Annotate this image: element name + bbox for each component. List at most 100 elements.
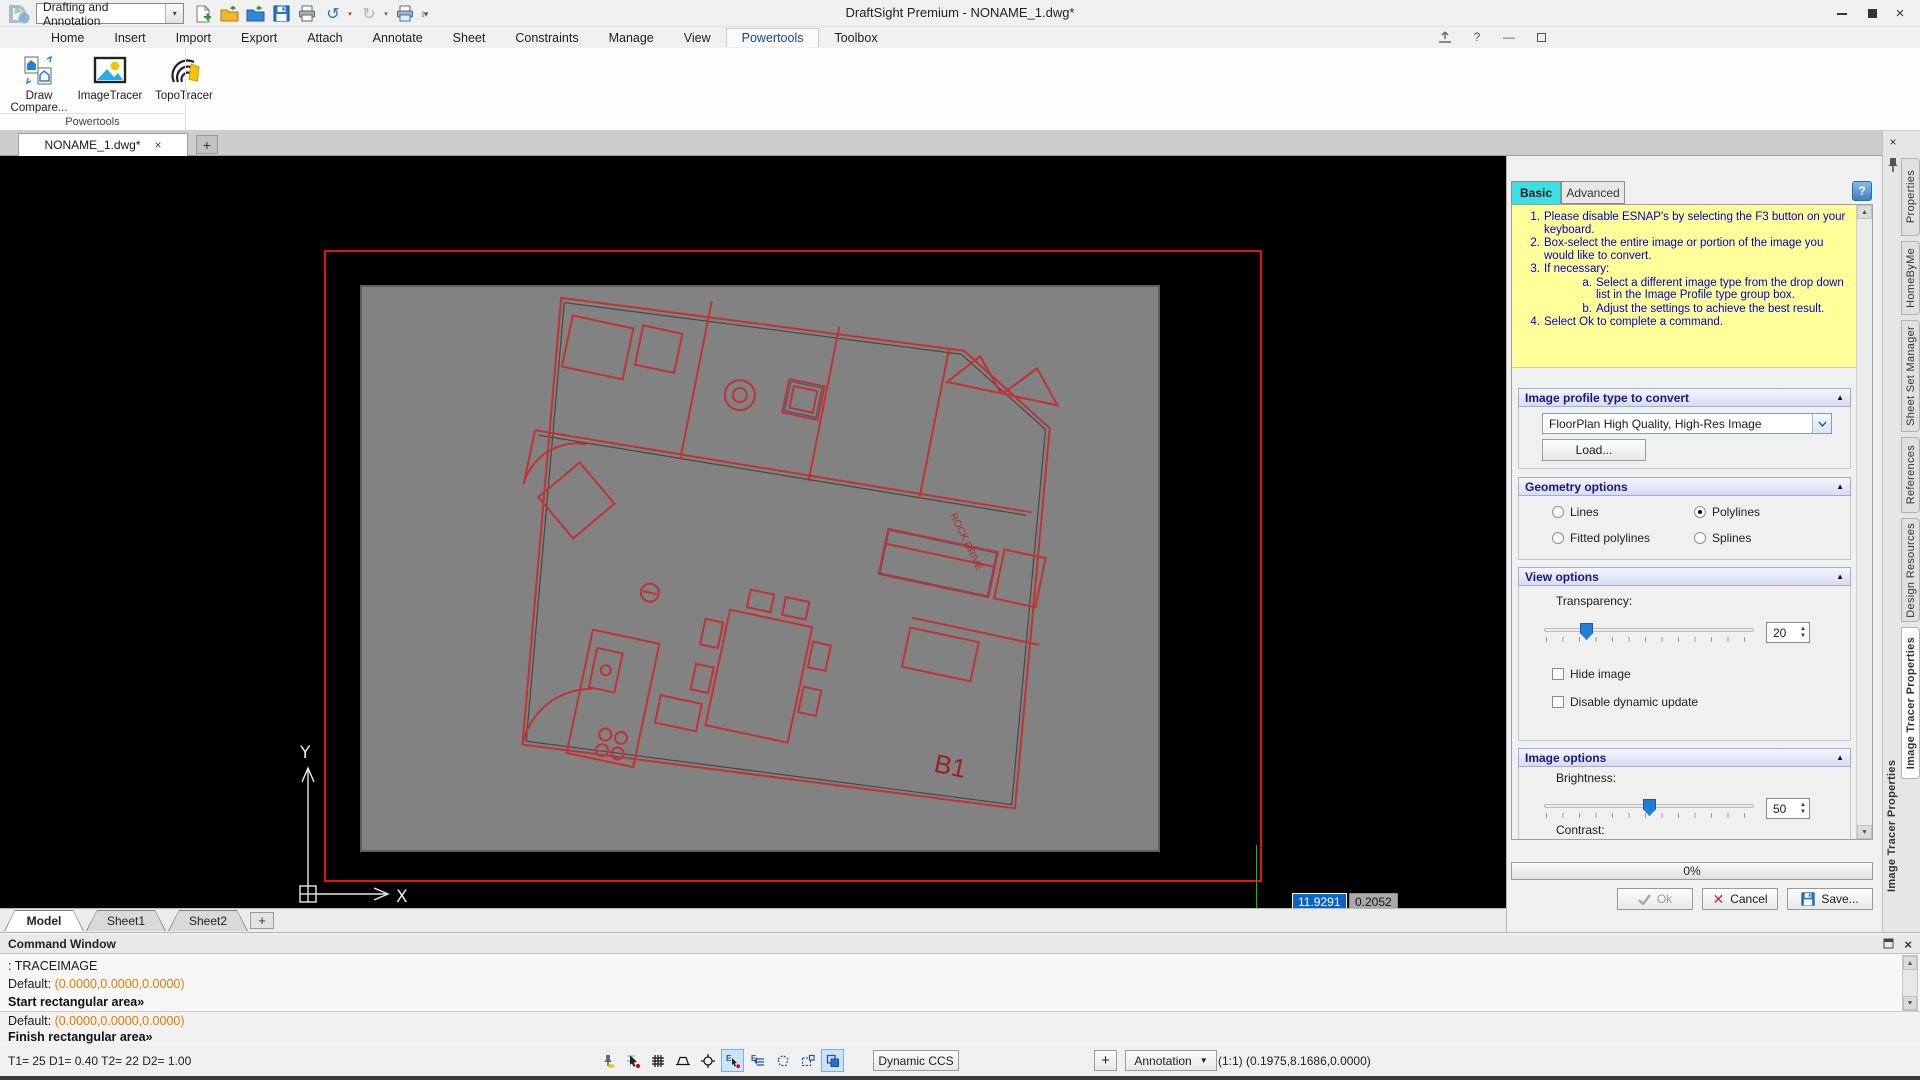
collapse-icon[interactable]: ▲ [1836,482,1844,491]
toggle-ortho-button[interactable] [671,1049,694,1072]
scroll-down-icon[interactable]: ▼ [1903,996,1917,1010]
add-status-item-button[interactable]: + [1094,1050,1117,1071]
scroll-up-icon[interactable]: ▲ [1903,956,1917,970]
scroll-up-icon[interactable]: ▲ [1857,205,1872,219]
palette-tab-image-tracer-properties[interactable]: Image Tracer Properties [1901,627,1920,779]
toggle-dynamic-input-button[interactable] [796,1049,819,1072]
cancel-button[interactable]: ✕ Cancel [1702,888,1778,910]
collapse-icon[interactable]: ▲ [1836,393,1844,402]
sheet-tab-sheet1[interactable]: Sheet1 [86,910,166,931]
minimize-button[interactable] [1828,4,1856,23]
redo-history-chevron-icon[interactable]: ▾ [381,3,391,24]
section-image-options-header[interactable]: Image options▲ [1518,748,1851,767]
tab-toolbox[interactable]: Toolbox [819,29,892,47]
new-file-button[interactable] [192,3,214,24]
disable-dynamic-update-checkbox[interactable]: Disable dynamic update [1552,695,1698,709]
tab-insert[interactable]: Insert [99,29,160,47]
radio-fitted-polylines[interactable]: Fitted polylines [1552,531,1650,545]
undo-button[interactable]: ↺ [322,3,344,24]
toggle-selection-cycling-button[interactable] [821,1049,844,1072]
draw-compare-button[interactable]: Draw Compare... [8,54,70,114]
sheet-tab-sheet2[interactable]: Sheet2 [168,910,248,931]
toggle-polar-button[interactable] [696,1049,719,1072]
section-image-profile-header[interactable]: Image profile type to convert▲ [1518,388,1851,407]
command-window-close-icon[interactable]: × [1904,937,1912,952]
tab-view[interactable]: View [669,29,726,47]
section-view-header[interactable]: View options▲ [1518,567,1851,586]
topotracer-button[interactable]: TopoTracer [148,54,220,102]
print-button[interactable] [296,3,318,24]
panel-pin-icon[interactable] [1887,157,1899,176]
customize-toolbar-button[interactable]: ᎒▾ [420,3,430,24]
redo-button[interactable]: ↻ [358,3,380,24]
toggle-etrack-button[interactable]: E [746,1049,769,1072]
transparency-spinbox[interactable]: 20 ▲▼ [1766,622,1810,643]
save-profile-button[interactable]: Save... [1787,888,1873,910]
panel-close-icon[interactable]: × [1886,135,1900,149]
collapse-icon[interactable]: ▲ [1836,572,1844,581]
panel-help-button[interactable]: ? [1852,181,1872,201]
section-geometry-header[interactable]: Geometry options▲ [1518,477,1851,496]
scroll-down-icon[interactable]: ▼ [1857,825,1872,839]
chevron-down-icon[interactable] [1812,414,1831,433]
close-button[interactable]: × [1886,4,1914,23]
tab-powertools[interactable]: Powertools [726,28,820,47]
tab-constraints[interactable]: Constraints [500,29,593,47]
palette-tab-design-resources[interactable]: Design Resources [1901,518,1920,622]
new-document-tab-button[interactable]: + [196,135,218,154]
save-button[interactable] [270,3,292,24]
open-recent-button[interactable] [244,3,266,24]
command-window-titlebar[interactable]: Command Window × [0,935,1920,954]
tab-home[interactable]: Home [36,29,99,47]
load-profile-button[interactable]: Load... [1542,439,1646,461]
brightness-spinbox[interactable]: 50 ▲▼ [1766,798,1810,819]
undo-history-chevron-icon[interactable]: ▾ [345,3,355,24]
tab-import[interactable]: Import [161,29,226,47]
command-history[interactable]: : TRACEIMAGE Default: (0.0000,0.0000,0.0… [0,954,1920,1012]
document-tab-close-icon[interactable]: × [155,138,162,152]
chevron-down-icon[interactable]: ▾ [165,4,183,23]
hide-image-checkbox[interactable]: Hide image [1552,667,1631,681]
ok-button[interactable]: Ok [1617,888,1693,910]
collapse-icon[interactable]: ▲ [1836,753,1844,762]
share-icon[interactable] [1436,29,1454,45]
batch-print-button[interactable] [394,3,416,24]
tab-advanced[interactable]: Advanced [1561,181,1625,204]
tab-manage[interactable]: Manage [594,29,669,47]
minimize-ribbon-icon[interactable]: — [1500,29,1518,45]
command-window-float-icon[interactable] [1883,938,1894,952]
brightness-slider[interactable] [1544,797,1754,821]
toggle-snap-button[interactable] [596,1049,619,1072]
spin-arrows-icon[interactable]: ▲▼ [1800,626,1806,640]
dynamic-ccs-button[interactable]: Dynamic CCS [873,1050,959,1071]
command-prompt[interactable]: Default: (0.0000,0.0000,0.0000) Finish r… [0,1012,1920,1047]
radio-lines[interactable]: Lines [1552,505,1599,519]
image-profile-dropdown[interactable]: FloorPlan High Quality, High-Res Image [1542,413,1832,434]
open-file-button[interactable] [218,3,240,24]
toggle-grid-button[interactable] [646,1049,669,1072]
pin-ribbon-icon[interactable] [1532,29,1550,45]
tab-sheet[interactable]: Sheet [438,29,501,47]
tab-basic[interactable]: Basic [1511,181,1561,204]
workspace-selector[interactable]: Drafting and Annotation ▾ [36,3,184,24]
command-history-scrollbar[interactable]: ▲ ▼ [1902,955,1918,1011]
tab-annotate[interactable]: Annotate [358,29,438,47]
sheet-tab-model[interactable]: Model [4,910,84,931]
spin-arrows-icon[interactable]: ▲▼ [1800,802,1806,816]
palette-tab-sheet-set-manager[interactable]: Sheet Set Manager [1901,320,1920,432]
panel-scrollbar[interactable]: ▲ ▼ [1856,205,1872,839]
imagetracer-button[interactable]: ImageTracer [72,54,148,102]
tab-attach[interactable]: Attach [292,29,357,47]
toggle-entity-snap-region-button[interactable] [771,1049,794,1072]
transparency-slider[interactable] [1544,621,1754,645]
drawing-canvas[interactable]: B1 ROCK DRIVE Y X 11.9291 0.2052 [0,156,1512,908]
add-sheet-button[interactable]: + [250,912,274,929]
toggle-grid-snap-button[interactable] [621,1049,644,1072]
toggle-esnap-button[interactable]: E [721,1049,744,1072]
help-icon[interactable]: ? [1468,29,1486,45]
palette-tab-homebyme[interactable]: HomeByMe [1901,241,1920,315]
tab-export[interactable]: Export [226,29,292,47]
palette-tab-references[interactable]: References [1901,437,1920,513]
radio-polylines[interactable]: Polylines [1694,505,1760,519]
radio-splines[interactable]: Splines [1694,531,1751,545]
